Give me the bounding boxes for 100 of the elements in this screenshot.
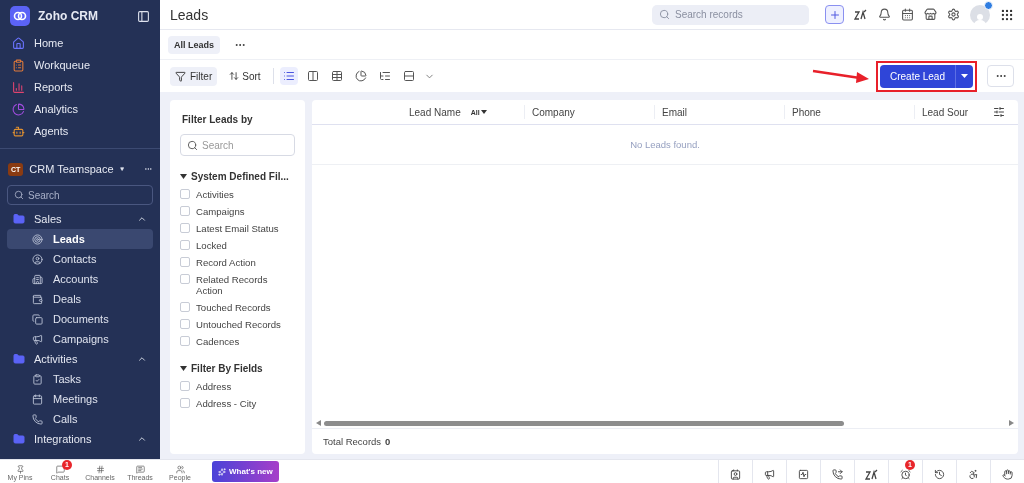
sort-button[interactable]: Sort bbox=[223, 66, 267, 86]
filter-option: Record Action bbox=[196, 257, 256, 268]
checkbox[interactable] bbox=[180, 223, 190, 233]
phone-forward-icon bbox=[832, 469, 843, 480]
clipboard-icon bbox=[32, 373, 43, 385]
checkbox[interactable] bbox=[180, 319, 190, 329]
calendar-button[interactable] bbox=[901, 8, 914, 21]
checkbox[interactable] bbox=[180, 257, 190, 267]
sidebar-item[interactable]: Deals bbox=[7, 289, 153, 309]
filter-option: Cadences bbox=[196, 336, 240, 347]
sidebar-item[interactable]: Campaigns bbox=[7, 329, 153, 349]
bell-icon bbox=[878, 8, 891, 21]
caret-icon[interactable] bbox=[119, 166, 124, 172]
person-silhouette-icon bbox=[973, 12, 987, 25]
activity-icon bbox=[798, 469, 809, 480]
sidebar-item[interactable]: Leads bbox=[7, 229, 153, 249]
sidebar-item[interactable]: Tasks bbox=[7, 369, 153, 389]
column-header[interactable]: Lead Sour bbox=[922, 106, 969, 118]
sidebar-item[interactable]: Documents bbox=[7, 309, 153, 329]
apps-grid-button[interactable] bbox=[1000, 7, 1014, 22]
rows-icon bbox=[402, 70, 415, 82]
list-view-button[interactable] bbox=[279, 67, 298, 85]
chevron-up-icon bbox=[137, 214, 147, 224]
checkbox[interactable] bbox=[180, 274, 190, 284]
filter-button[interactable]: Filter bbox=[170, 66, 218, 86]
sidebar-item[interactable]: Contacts bbox=[7, 249, 153, 269]
checkbox[interactable] bbox=[180, 206, 190, 216]
accessibility-icon bbox=[968, 469, 979, 480]
scroll-left-icon[interactable] bbox=[316, 420, 321, 426]
folder-icon bbox=[13, 433, 25, 445]
checkbox[interactable] bbox=[180, 302, 190, 312]
hand-icon bbox=[1002, 469, 1013, 480]
sidebar-search-field[interactable]: Search bbox=[7, 185, 153, 205]
copy-icon bbox=[32, 313, 43, 325]
nav-item[interactable]: Agents bbox=[0, 120, 160, 142]
sidebar-item[interactable]: Calls bbox=[7, 409, 153, 429]
app-name: Zoho CRM bbox=[38, 9, 99, 23]
view-tab[interactable]: All Leads bbox=[168, 35, 220, 54]
annotation-arrow bbox=[811, 69, 870, 83]
filter-section-header[interactable]: Filter By Fields bbox=[180, 358, 295, 378]
teamspace-name[interactable]: CRM Teamspace bbox=[29, 163, 114, 175]
sidebar-item[interactable]: Accounts bbox=[7, 269, 153, 289]
nav-item[interactable]: Workqueue bbox=[0, 54, 160, 76]
search-icon bbox=[14, 190, 24, 200]
page-title: Leads bbox=[170, 6, 210, 23]
folder-icon bbox=[13, 213, 25, 225]
avatar[interactable] bbox=[970, 4, 990, 25]
building-icon bbox=[32, 273, 43, 285]
wallet-icon bbox=[32, 293, 43, 305]
column-header[interactable]: Phone bbox=[792, 106, 821, 118]
user-circle-icon bbox=[32, 253, 43, 265]
reports-icon bbox=[12, 80, 25, 94]
column-header[interactable]: Lead Name bbox=[409, 106, 461, 118]
sidebar-item[interactable]: Meetings bbox=[7, 389, 153, 409]
filter-section-header[interactable]: System Defined Fil... bbox=[180, 166, 295, 186]
checkbox[interactable] bbox=[180, 240, 190, 250]
pin-icon bbox=[15, 465, 25, 474]
zigzag-button[interactable] bbox=[854, 8, 868, 21]
total-records-label: Total Records bbox=[323, 436, 382, 447]
store-icon bbox=[924, 8, 937, 21]
checkbox[interactable] bbox=[180, 336, 190, 346]
plus-icon bbox=[828, 8, 841, 21]
caret-icon bbox=[480, 110, 487, 114]
sort-arrows-icon bbox=[229, 71, 240, 81]
sparkle-icon bbox=[218, 467, 226, 476]
phone-icon bbox=[32, 413, 43, 425]
sidebar-group[interactable]: Sales bbox=[0, 209, 160, 229]
contact-card-icon bbox=[730, 469, 741, 480]
add-button[interactable] bbox=[825, 5, 844, 24]
notifications-button[interactable] bbox=[878, 8, 891, 21]
history-icon bbox=[934, 469, 945, 480]
nav-item[interactable]: Analytics bbox=[0, 98, 160, 120]
alarm-clock-icon bbox=[900, 469, 911, 480]
store-button[interactable] bbox=[924, 8, 937, 21]
analytics-icon bbox=[12, 102, 25, 116]
home-icon bbox=[12, 36, 25, 50]
nav-item[interactable]: Home bbox=[0, 32, 160, 54]
settings-button[interactable] bbox=[947, 8, 960, 21]
thread-icon bbox=[135, 465, 145, 474]
checkbox[interactable] bbox=[180, 398, 190, 408]
logo-icon bbox=[10, 6, 30, 26]
empty-message: No Leads found. bbox=[630, 139, 700, 150]
column-header[interactable]: Company bbox=[532, 106, 575, 118]
total-records-count: 0 bbox=[385, 436, 391, 447]
nav-item[interactable]: Reports bbox=[0, 76, 160, 98]
column-header[interactable]: Email bbox=[662, 106, 687, 118]
panel-toggle-icon[interactable] bbox=[137, 9, 150, 23]
column-settings-icon[interactable] bbox=[993, 106, 1005, 118]
chevron-up-icon bbox=[137, 434, 147, 444]
settings-icon bbox=[947, 8, 960, 21]
sidebar-group[interactable]: Activities bbox=[0, 349, 160, 369]
sidebar-group[interactable]: Integrations bbox=[0, 429, 160, 449]
megaphone-icon bbox=[32, 333, 43, 345]
caret-icon bbox=[961, 74, 968, 78]
filter-title: Filter Leads by bbox=[182, 114, 254, 125]
scroll-right-icon[interactable] bbox=[1009, 420, 1014, 426]
whats-new-button[interactable]: What's new bbox=[212, 461, 279, 482]
checkbox[interactable] bbox=[180, 381, 190, 391]
filter-option: Activities bbox=[196, 189, 234, 200]
checkbox[interactable] bbox=[180, 189, 190, 199]
